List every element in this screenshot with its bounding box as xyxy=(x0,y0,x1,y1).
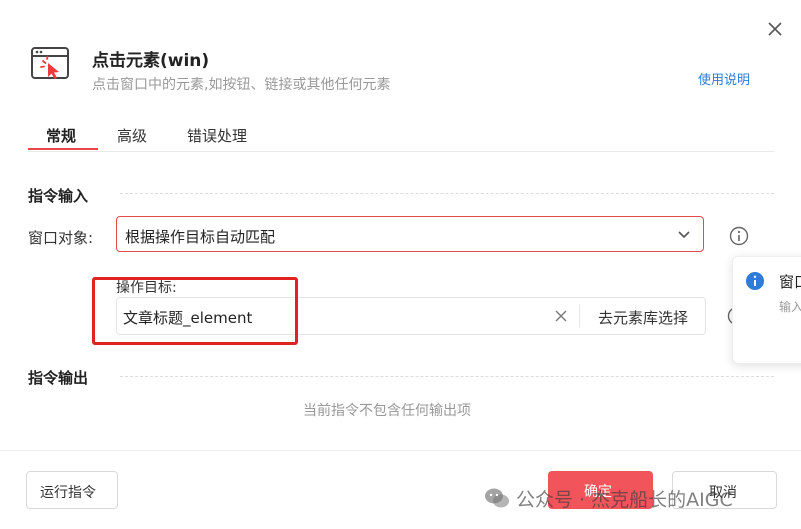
tab-advanced[interactable]: 高级 xyxy=(117,125,147,146)
window-object-select[interactable]: 根据操作目标自动匹配 xyxy=(116,216,704,252)
popover-title: 窗口 xyxy=(779,273,801,291)
close-icon[interactable] xyxy=(764,18,786,40)
window-object-label: 窗口对象: xyxy=(28,229,94,247)
tab-error-handling[interactable]: 错误处理 xyxy=(187,125,247,146)
watermark-text: 公众号 · 杰克船长的AIGC xyxy=(516,489,733,511)
run-command-button[interactable]: 运行指令 xyxy=(26,471,118,509)
popover-subtitle: 输入 xyxy=(779,300,801,314)
section-divider xyxy=(120,376,774,377)
run-command-label: 运行指令 xyxy=(40,485,96,501)
tab-general[interactable]: 常规 xyxy=(46,125,76,146)
output-section-title: 指令输出 xyxy=(28,369,89,387)
info-filled-icon xyxy=(746,272,764,290)
chevron-down-icon xyxy=(678,231,690,239)
window-object-value: 根据操作目标自动匹配 xyxy=(125,228,276,246)
clear-icon[interactable] xyxy=(553,308,569,324)
footer-divider xyxy=(0,450,801,451)
red-highlight-box xyxy=(92,277,298,345)
wechat-icon xyxy=(485,488,509,508)
info-icon[interactable] xyxy=(729,226,749,246)
input-section-title: 指令输入 xyxy=(28,187,89,205)
dialog-title: 点击元素(win) xyxy=(92,51,210,71)
tab-divider xyxy=(28,151,774,152)
dialog: 点击元素(win) 点击窗口中的元素,如按钮、链接或其他任何元素 使用说明 常规… xyxy=(0,0,801,529)
click-window-icon xyxy=(31,47,69,79)
dialog-subtitle: 点击窗口中的元素,如按钮、链接或其他任何元素 xyxy=(92,77,391,93)
tooltip-popover: 窗口 输入 xyxy=(732,256,801,364)
help-link[interactable]: 使用说明 xyxy=(698,69,750,88)
field-separator xyxy=(579,305,580,327)
element-library-button[interactable]: 去元素库选择 xyxy=(598,307,688,328)
section-divider xyxy=(120,193,774,194)
active-tab-indicator xyxy=(28,148,98,150)
empty-output-text: 当前指令不包含任何输出项 xyxy=(303,403,471,419)
